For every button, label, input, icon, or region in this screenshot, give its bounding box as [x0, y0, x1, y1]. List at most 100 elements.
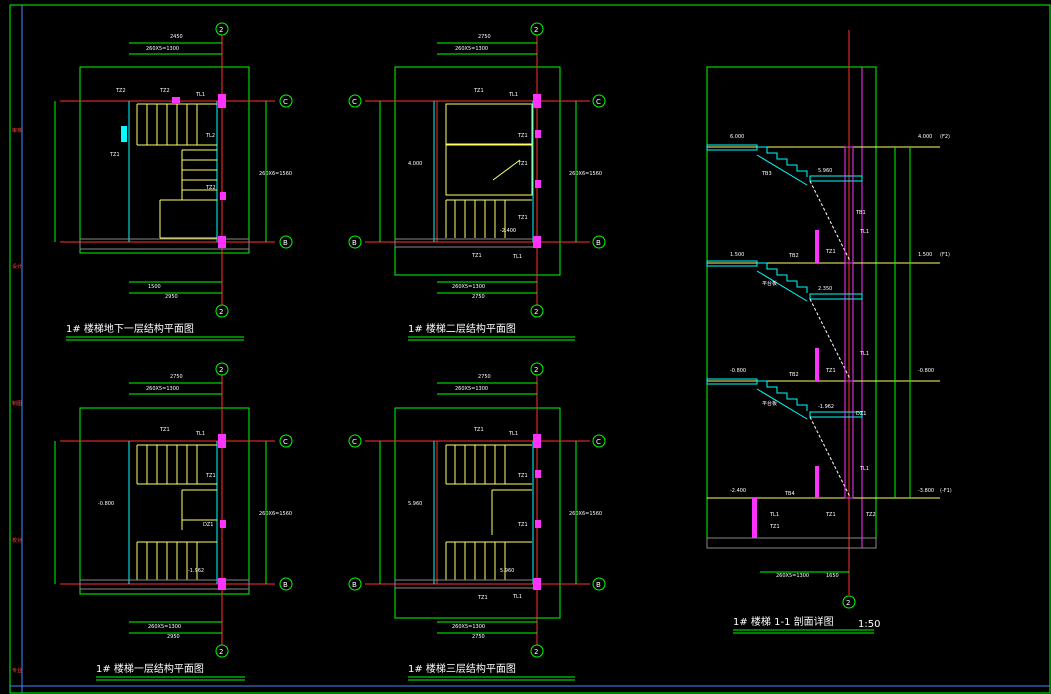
label: TZ1 — [109, 152, 120, 158]
column-tz — [220, 520, 226, 528]
level: 1.500 — [918, 252, 932, 258]
plan-third: 2 2 C B C B TZ1 TL1 TZ1 TZ1 TZ1 TL1 5.96… — [348, 362, 606, 681]
sidebar-label: 专业 — [12, 667, 22, 674]
level: 2.350 — [818, 286, 832, 292]
level: -0.800 — [730, 368, 746, 374]
dim-text: 260X5=1300 — [146, 46, 179, 52]
label: TL1 — [195, 92, 205, 98]
stair-treads — [136, 444, 217, 581]
dim-text: 260X5=1300 — [455, 386, 488, 392]
dim-text: 260X6=1560 — [259, 511, 292, 517]
level: -1.962 — [818, 404, 834, 410]
label: TL1 — [508, 92, 518, 98]
label: TZ2 — [159, 88, 170, 94]
axis-label: B — [596, 581, 601, 589]
level: -0.800 — [98, 501, 114, 507]
dim-text: 260X6=1560 — [569, 511, 602, 517]
axis-label: B — [596, 239, 601, 247]
section-scale: 1:50 — [858, 619, 880, 630]
column-tz — [533, 434, 541, 448]
plan-first: 2 2 C B TZ1 TL1 TZ1 DZ1 -0.800 -1.962 27… — [60, 362, 293, 681]
plan-basement: 2 2 C B TZ2 TZ2 TL1 TL2 TZ1 TZ2 2450 260… — [60, 22, 293, 341]
axis-label: 2 — [534, 648, 538, 656]
sidebar-label: 制图 — [12, 400, 22, 407]
axis-label: 2 — [219, 26, 223, 34]
label: TZ1 — [517, 473, 528, 479]
column-tz — [218, 94, 226, 108]
label: TZ1 — [517, 215, 528, 221]
dim-text: 260X6=1560 — [259, 171, 292, 177]
level: 5.960 — [500, 568, 514, 574]
level: 6.000 — [730, 134, 744, 140]
column-tz — [535, 130, 541, 138]
label: TZ1 — [473, 88, 484, 94]
label: 平台板 — [762, 400, 777, 407]
label: TZ1 — [471, 253, 482, 259]
dim-text: 260X5=1300 — [452, 284, 485, 290]
label: TL1 — [195, 431, 205, 437]
column-tz — [533, 236, 541, 248]
axis-label: 2 — [219, 366, 223, 374]
level-floor: (-F1) — [940, 488, 952, 494]
label: DZ1 — [856, 411, 866, 417]
sidebar-label: 审核 — [12, 127, 22, 134]
label: TL1 — [859, 229, 869, 235]
dim-text: 260X5=1300 — [148, 624, 181, 630]
dim-text: 1500 — [148, 284, 161, 290]
dim-text: 260X5=1300 — [146, 386, 179, 392]
axis-label: B — [283, 239, 288, 247]
slab — [809, 293, 863, 300]
label: TZ1 — [473, 427, 484, 433]
dim-text: 2750 — [170, 374, 183, 380]
slab — [809, 411, 863, 418]
dim-text: 260X5=1300 — [455, 46, 488, 52]
column-tz — [533, 94, 541, 108]
label: TZ1 — [825, 368, 836, 374]
axis-label: 2 — [219, 648, 223, 656]
label: TB1 — [855, 210, 866, 216]
label: TL1 — [508, 431, 518, 437]
label: TZ1 — [769, 524, 780, 530]
dim-text: 2750 — [478, 374, 491, 380]
axis-label: 2 — [534, 308, 538, 316]
dim-text: 260X5=1300 — [452, 624, 485, 630]
label: TB2 — [788, 372, 799, 378]
axis-label: 2 — [534, 366, 538, 374]
column-tz — [535, 470, 541, 478]
slab — [809, 175, 863, 182]
axis-label: C — [352, 98, 357, 106]
dim-text: 1650 — [826, 573, 839, 579]
label: TZ2 — [865, 512, 876, 518]
label: 平台板 — [762, 280, 777, 287]
axis-label: 2 — [219, 308, 223, 316]
label: TB3 — [761, 171, 772, 177]
level-floor: (F2) — [940, 134, 950, 140]
sidebar-labels: 审核 设计 制图 校对 专业 — [12, 127, 22, 674]
level: -3.800 — [918, 488, 934, 494]
axis-label: B — [283, 581, 288, 589]
dim-text: 260X6=1560 — [569, 171, 602, 177]
column-tz — [815, 230, 819, 263]
column-tz — [121, 126, 127, 142]
axis-label: B — [352, 581, 357, 589]
label: TZ1 — [159, 427, 170, 433]
column-tz — [220, 192, 226, 200]
plan-title: 1# 楼梯二层结构平面图 — [408, 322, 516, 335]
label: TL1 — [512, 254, 522, 260]
level-floor: (F1) — [940, 252, 950, 258]
column-tz — [218, 578, 226, 590]
section-1-1: 6.000 4.000 (F2) 1.500 1.500 (F1) -0.800… — [706, 30, 952, 634]
axis-label: 2 — [534, 26, 538, 34]
label: TZ1 — [517, 161, 528, 167]
axis-label: C — [283, 438, 288, 446]
label: TZ2 — [115, 88, 126, 94]
axis-label: C — [352, 438, 357, 446]
axis-label: 2 — [846, 599, 850, 607]
dim-text: 2750 — [472, 634, 485, 640]
label: TB4 — [784, 491, 795, 497]
level: -2.400 — [500, 228, 516, 234]
label: TZ1 — [825, 512, 836, 518]
axis-label: C — [283, 98, 288, 106]
sidebar-label: 校对 — [12, 537, 22, 544]
dim-text: 2950 — [167, 634, 180, 640]
